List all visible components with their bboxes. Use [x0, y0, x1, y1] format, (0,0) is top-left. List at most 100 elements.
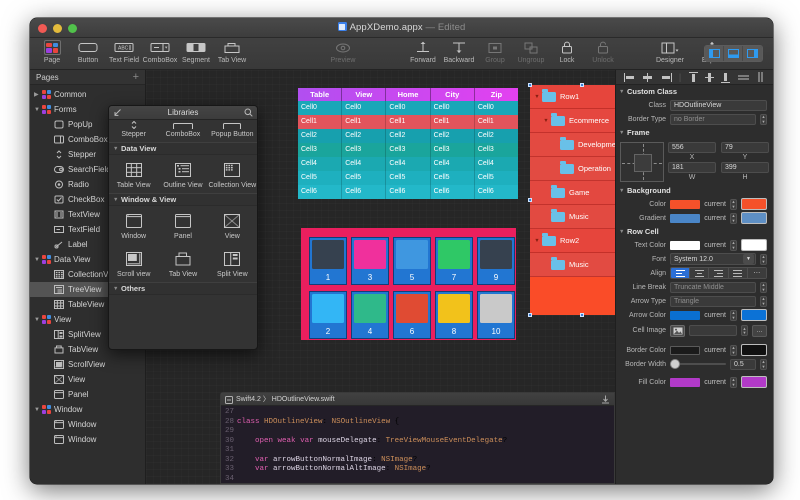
align-middle-v-icon[interactable] — [705, 72, 715, 83]
source-code[interactable]: class HDOutlineView: NSOutlineView { ope… — [237, 408, 614, 484]
code-area[interactable]: 27 28 29 30 31 32 33 34 class HDOutlineView: NS… — [221, 406, 614, 484]
collection-cell[interactable]: 6 — [393, 291, 431, 339]
background-color-stepper[interactable]: ▲ ▼ — [730, 198, 737, 210]
table-column-header[interactable]: Zip — [475, 88, 518, 101]
download-icon[interactable] — [601, 395, 610, 404]
outline-row[interactable]: Music — [530, 205, 615, 229]
border-color-swatch[interactable] — [741, 344, 767, 356]
chevron-down-icon[interactable]: ▼ — [532, 238, 542, 244]
outline-row[interactable]: ▼ Ecommerce — [530, 109, 615, 133]
library-item-tab-view[interactable]: Tab View — [158, 244, 207, 282]
table-column-header[interactable]: City — [431, 88, 475, 101]
chevron-down-icon[interactable]: ▼ — [34, 106, 42, 114]
view-mode-segmented-control[interactable] — [704, 45, 763, 62]
align-left-icon[interactable] — [623, 72, 635, 82]
toolbar-designer-button[interactable]: Designer — [649, 39, 691, 65]
table-view-widget[interactable]: Table View Home City Zip Cell0 Cell0 Cell0 Cell… — [298, 88, 518, 199]
background-color-swatch[interactable] — [741, 198, 767, 210]
toolbar-textfield-button[interactable]: ABC Text Field — [106, 39, 142, 65]
background-color-bar[interactable] — [670, 199, 701, 209]
frame-w-input[interactable]: 181 — [668, 162, 716, 173]
chevron-down-icon[interactable]: ▼ — [34, 406, 42, 414]
line-break-select[interactable]: Truncate Middle — [670, 281, 756, 293]
library-item-collection-view[interactable]: Collection View — [208, 155, 257, 193]
frame-x-input[interactable]: 556 — [668, 142, 716, 153]
library-item-scroll-view[interactable]: Scroll view — [109, 244, 158, 282]
collection-cell[interactable]: 1 — [309, 237, 347, 285]
outline-row[interactable]: Operation — [530, 157, 615, 181]
resize-handle-bc[interactable] — [580, 313, 584, 317]
fill-color-stepper[interactable]: ▲ ▼ — [730, 376, 737, 388]
align-more-icon[interactable]: ⋯ — [747, 268, 766, 278]
outline-row[interactable]: ▼ Row1 — [530, 85, 615, 109]
distribute-v-icon[interactable] — [756, 72, 765, 82]
table-row[interactable]: Cell6 Cell6 Cell6 Cell6 Cell6 — [298, 185, 518, 199]
border-type-select[interactable]: no Border — [670, 113, 756, 125]
collection-cell[interactable]: 8 — [435, 291, 473, 339]
table-row[interactable]: Cell2 Cell2 Cell2 Cell2 Cell2 — [298, 129, 518, 143]
frame-anchor-widget[interactable] — [620, 142, 664, 182]
text-color-bar[interactable] — [670, 240, 701, 250]
image-icon[interactable] — [670, 324, 685, 337]
chevron-down-icon[interactable]: ▼ — [532, 94, 542, 100]
section-row-cell[interactable]: ▼ Row Cell — [616, 225, 773, 238]
collection-cell[interactable]: 4 — [351, 291, 389, 339]
table-column-header[interactable]: Home — [386, 88, 431, 101]
toolbar-forward-button[interactable]: Forward — [405, 39, 441, 65]
cell-image-input[interactable] — [689, 325, 737, 336]
chevron-right-icon[interactable]: ▶ — [34, 91, 42, 99]
arrow-type-stepper[interactable]: ▲ ▼ — [760, 295, 767, 307]
chevron-down-icon[interactable]: ▼ — [743, 254, 754, 264]
toolbar-tabview-button[interactable]: Tab View — [214, 39, 250, 65]
library-item-popup-button[interactable]: Popup Button — [208, 120, 257, 142]
sidebar-item-view[interactable]: ▶View — [30, 372, 145, 387]
border-width-slider[interactable] — [670, 359, 726, 370]
resize-handle-tc[interactable] — [580, 83, 584, 87]
cell-image-stepper[interactable]: ▲ ▼ — [741, 325, 748, 336]
sidebar-item-common[interactable]: ▶ Common — [30, 87, 145, 102]
table-column-header[interactable]: View — [342, 88, 387, 101]
library-item-split-view[interactable]: Split View — [208, 244, 257, 282]
alignment-toolbar[interactable]: | — [616, 70, 773, 85]
arrow-color-bar[interactable] — [670, 310, 701, 320]
text-color-stepper[interactable]: ▲ ▼ — [730, 239, 737, 251]
sidebar-item-window[interactable]: ▶Window — [30, 432, 145, 447]
toggle-left-panel-button[interactable] — [705, 46, 724, 61]
code-editor[interactable]: Swift4.2 〉 HDOutlineView.swift 27 28 29 30 3… — [220, 392, 615, 484]
border-color-bar[interactable] — [670, 345, 701, 355]
search-icon[interactable] — [244, 108, 253, 117]
font-picker[interactable]: System 12.0 ▼ — [670, 253, 756, 265]
border-type-stepper[interactable]: ▲ ▼ — [760, 113, 767, 125]
editor-breadcrumb[interactable]: Swift4.2 〉 HDOutlineView.swift — [236, 394, 601, 404]
fill-color-swatch[interactable] — [741, 376, 767, 388]
text-color-swatch[interactable] — [741, 239, 767, 251]
library-item-stepper[interactable]: Stepper — [109, 120, 158, 142]
toolbar-button-button[interactable]: Button — [70, 39, 106, 65]
toolbar-segment-button[interactable]: Segment — [178, 39, 214, 65]
toolbar-lock-button[interactable]: Lock — [549, 39, 585, 65]
border-width-stepper[interactable]: ▲ ▼ — [760, 358, 767, 370]
collection-cell[interactable]: 5 — [393, 237, 431, 285]
resize-handle-tl[interactable] — [528, 83, 532, 87]
align-left-icon[interactable] — [671, 268, 691, 278]
align-right-icon[interactable] — [709, 268, 729, 278]
background-gradient-bar[interactable] — [670, 213, 701, 223]
collapse-icon[interactable] — [113, 108, 122, 117]
sidebar-item-window[interactable]: ▶Window — [30, 417, 145, 432]
table-row[interactable]: Cell4 Cell4 Cell4 Cell4 Cell4 — [298, 157, 518, 171]
section-background[interactable]: ▼ Background — [616, 184, 773, 197]
collection-cell[interactable]: 2 — [309, 291, 347, 339]
library-section-window-view[interactable]: ▼ Window & View — [109, 193, 257, 206]
table-column-header[interactable]: Table — [298, 88, 343, 101]
library-item-view[interactable]: View — [208, 206, 257, 244]
align-bottom-icon[interactable] — [721, 72, 731, 83]
library-item-panel[interactable]: Panel — [158, 206, 207, 244]
outline-row[interactable]: Music — [530, 253, 615, 277]
chevron-down-icon[interactable]: ▼ — [34, 316, 42, 324]
resize-handle-ml[interactable] — [528, 198, 532, 202]
border-color-stepper[interactable]: ▲ ▼ — [730, 344, 737, 356]
toggle-bottom-panel-button[interactable] — [724, 46, 743, 61]
toggle-right-panel-button[interactable] — [743, 46, 762, 61]
sidebar-item-panel[interactable]: ▶Panel — [30, 387, 145, 402]
collection-cell[interactable]: 10 — [477, 291, 515, 339]
